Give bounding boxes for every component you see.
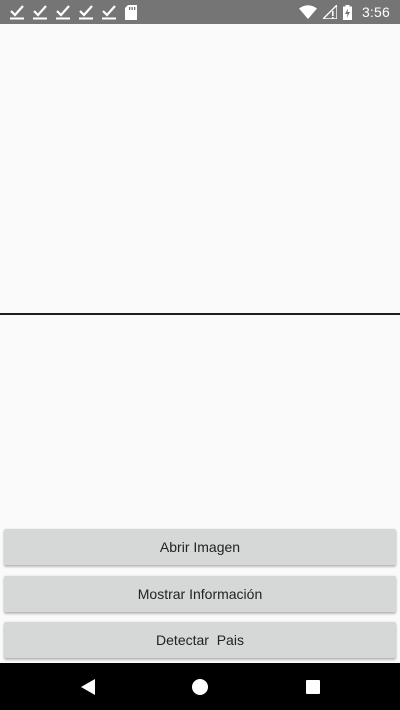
info-area bbox=[0, 315, 400, 525]
system-icons: 3:56 bbox=[298, 3, 390, 21]
open-image-button[interactable]: Abrir Imagen bbox=[4, 529, 396, 565]
wifi-icon bbox=[298, 5, 317, 19]
check-icon bbox=[56, 5, 70, 20]
home-icon bbox=[192, 678, 208, 695]
notification-icons bbox=[10, 3, 137, 21]
check-icon bbox=[79, 5, 93, 20]
detect-country-button[interactable]: Detectar Pais bbox=[4, 622, 396, 658]
back-button[interactable] bbox=[58, 663, 118, 710]
show-info-button[interactable]: Mostrar Información bbox=[4, 576, 396, 612]
sd-card-icon bbox=[125, 4, 137, 20]
recents-icon bbox=[306, 679, 320, 694]
back-icon bbox=[81, 678, 95, 695]
no-signal-icon bbox=[322, 5, 337, 19]
check-icon bbox=[10, 5, 24, 20]
recents-button[interactable] bbox=[283, 663, 343, 710]
battery-charging-icon bbox=[342, 4, 352, 20]
image-preview-area bbox=[0, 24, 400, 313]
status-bar: 3:56 bbox=[0, 0, 400, 24]
check-icon bbox=[102, 5, 116, 20]
navigation-bar bbox=[0, 663, 400, 710]
home-button[interactable] bbox=[170, 663, 230, 710]
clock: 3:56 bbox=[361, 4, 390, 20]
check-icon bbox=[33, 5, 47, 20]
